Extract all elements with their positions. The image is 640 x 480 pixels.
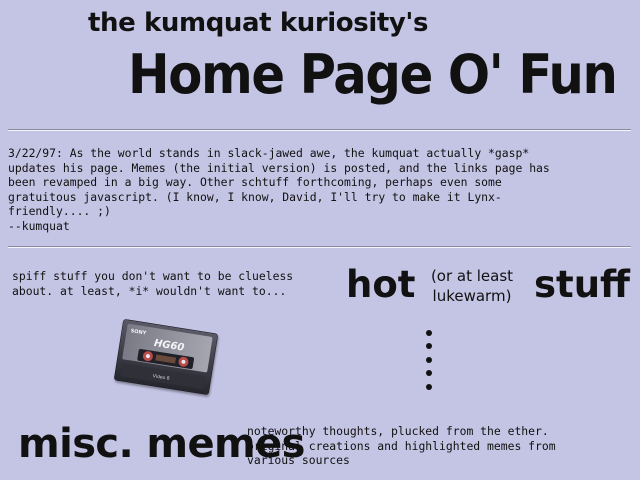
hot-stuff-description: spiff stuff you don't want to be clueles… xyxy=(12,269,294,298)
news-update-text: 3/22/97: As the world stands in slack-ja… xyxy=(8,146,550,233)
horizontal-rule xyxy=(8,246,631,248)
hot-stuff-lukewarm-label[interactable]: (or at least lukewarm) xyxy=(426,266,518,306)
hot-stuff-link-hot[interactable]: hot xyxy=(346,266,415,303)
memes-description: noteworthy thoughts, plucked from the et… xyxy=(247,424,556,468)
page-title: Home Page O' Fun xyxy=(128,43,618,106)
page-subtitle: the kumquat kuriosity's xyxy=(88,8,429,38)
cassette-tape-icon[interactable]: SONY HG60 Video 8 xyxy=(113,318,219,396)
dot-icon xyxy=(426,356,432,363)
horizontal-rule xyxy=(8,129,631,131)
dot-icon xyxy=(426,383,432,390)
hot-stuff-link-stuff[interactable]: stuff xyxy=(534,266,630,303)
dot-icon xyxy=(426,330,432,336)
dot-icon xyxy=(426,343,432,350)
dot-icon xyxy=(426,370,432,377)
vertical-ellipsis-icon xyxy=(426,330,434,397)
